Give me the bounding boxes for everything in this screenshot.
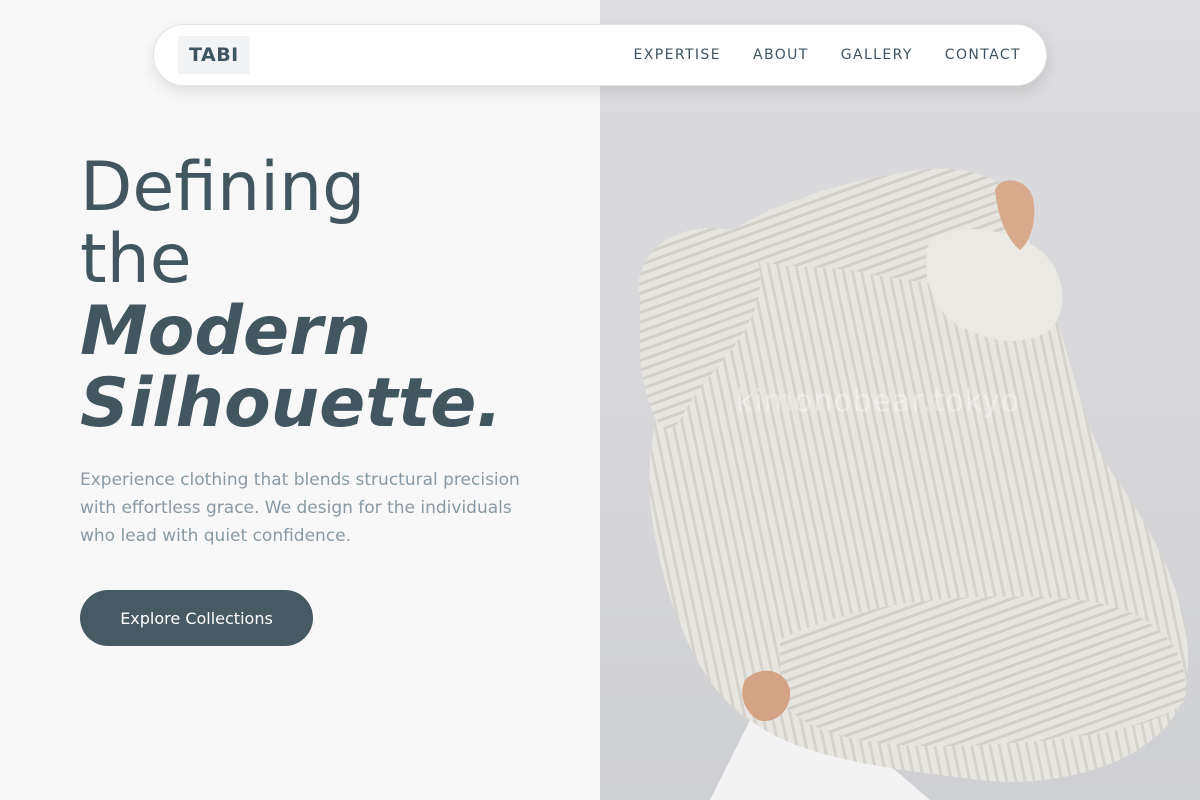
hero-title-line-1: Defining <box>80 148 366 227</box>
sweater-cuff <box>780 596 1186 747</box>
explore-collections-button[interactable]: Explore Collections <box>80 590 313 646</box>
nav-link-about[interactable]: ABOUT <box>753 47 809 63</box>
nav-link-gallery[interactable]: GALLERY <box>841 47 913 63</box>
nav-link-contact[interactable]: CONTACT <box>945 47 1021 63</box>
hero-description: Experience clothing that blends structur… <box>80 470 520 546</box>
hero-title-line-2: the <box>80 220 192 299</box>
hero-title: Defining the Modern Silhouette. <box>80 152 600 440</box>
brand-logo[interactable]: TABI <box>178 36 250 74</box>
hero-title-line-4: Silhouette. <box>80 364 503 443</box>
nav-links: EXPERTISE ABOUT GALLERY CONTACT <box>634 47 1022 63</box>
image-watermark: kimonobear.tokyo <box>736 384 1021 419</box>
hero-title-line-3: Modern <box>80 292 372 371</box>
hero-image: kimonobear.tokyo <box>600 0 1200 800</box>
nav-link-expertise[interactable]: EXPERTISE <box>634 47 721 63</box>
top-navigation: TABI EXPERTISE ABOUT GALLERY CONTACT <box>153 24 1047 86</box>
